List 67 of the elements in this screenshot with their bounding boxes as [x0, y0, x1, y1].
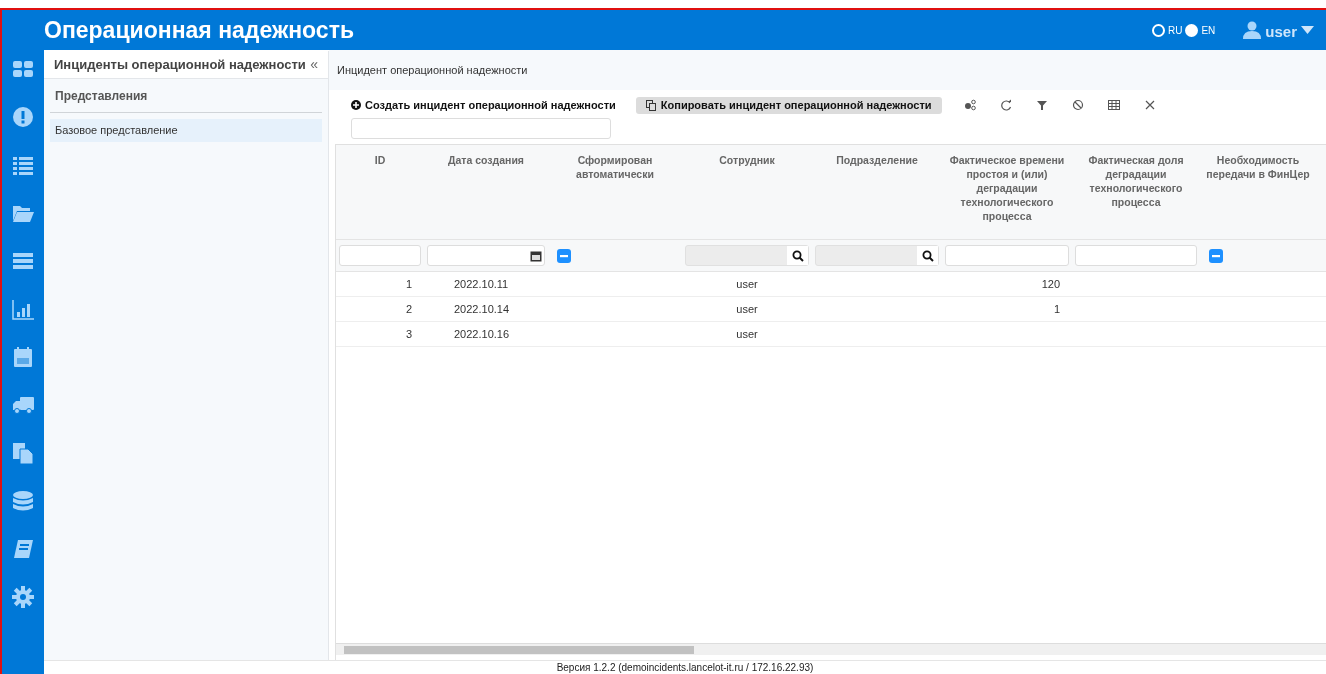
table-cell-text: user: [736, 301, 758, 317]
language-radio[interactable]: EN: [1185, 22, 1216, 38]
search-icon[interactable]: [921, 249, 934, 262]
column-header[interactable]: Фактическое времени простоя и (или) деградации технологического процесса: [946, 153, 1068, 239]
table-cell-text: 120: [1041, 276, 1060, 292]
column-header[interactable]: Дата создания: [448, 153, 524, 239]
table-row[interactable]: 3 2022.10.16 user: [336, 322, 1326, 347]
table-icon[interactable]: [1107, 99, 1120, 111]
lookup-field[interactable]: [685, 245, 809, 266]
alert-icon[interactable]: [12, 106, 34, 128]
indeterminate-checkbox[interactable]: [1209, 248, 1223, 263]
scrollbar-thumb[interactable]: [343, 645, 694, 654]
table-cell-text: 1: [405, 276, 412, 292]
column-header[interactable]: Сформирован автоматически: [552, 153, 678, 239]
table-cell-text: 1: [1053, 301, 1060, 317]
filter-icon[interactable]: [1035, 99, 1048, 111]
column-header[interactable]: Сотрудник: [719, 153, 775, 239]
column-header[interactable]: Необходимость передачи в ФинЦер: [1204, 153, 1312, 239]
indeterminate-checkbox[interactable]: [557, 248, 571, 263]
bar-chart-icon[interactable]: [12, 298, 34, 320]
column-header[interactable]: ID: [374, 153, 386, 239]
book-icon[interactable]: [12, 538, 34, 560]
table-cell-text: user: [736, 326, 758, 342]
list-icon[interactable]: [12, 154, 34, 176]
calendar-icon[interactable]: [530, 249, 542, 262]
app-title: Операционная надежность: [44, 15, 355, 45]
settings-icon[interactable]: [963, 99, 976, 111]
copy-icon: [645, 99, 657, 111]
blocked-icon[interactable]: [1071, 99, 1084, 111]
user-menu[interactable]: user: [1265, 20, 1297, 44]
section-title: Представления: [55, 87, 148, 105]
panel-title: Инциденты операционной надежности: [54, 55, 306, 74]
search-icon[interactable]: [791, 249, 804, 262]
search-field[interactable]: [351, 118, 611, 139]
page-title: Инцидент операционной надежности: [337, 62, 528, 78]
create-button[interactable]: Создать инцидент операционной надежности: [351, 96, 616, 114]
user-icon: [1243, 21, 1262, 39]
column-header[interactable]: Подразделение: [836, 153, 918, 239]
caret-icon[interactable]: [1301, 26, 1314, 34]
database-icon[interactable]: [12, 490, 34, 512]
table-cell-text: user: [736, 276, 758, 292]
plus-circle-icon: [351, 100, 361, 110]
close-icon[interactable]: [1143, 99, 1156, 111]
column-header[interactable]: Фактическая доля деградации технологического процесса: [1076, 153, 1196, 239]
table-cell-text: 2: [405, 301, 412, 317]
copy-icon[interactable]: [12, 442, 34, 464]
filter-field[interactable]: [339, 245, 421, 266]
filter-field[interactable]: [1075, 245, 1197, 266]
table-cell-text: 2022.10.14: [454, 301, 510, 317]
table-row[interactable]: 2 2022.10.14 user 1: [336, 297, 1326, 322]
horizontal-scrollbar[interactable]: [336, 643, 1326, 655]
table-row[interactable]: 1 2022.10.11 user 120: [336, 272, 1326, 297]
truck-icon[interactable]: [12, 394, 34, 416]
table-cell-text: 2022.10.11: [454, 276, 509, 292]
grid-icon[interactable]: [12, 58, 34, 80]
language-radio[interactable]: RU: [1151, 22, 1183, 38]
date-field[interactable]: [427, 245, 545, 266]
table-cell-text: 2022.10.16: [454, 326, 510, 342]
filter-field[interactable]: [945, 245, 1069, 266]
refresh-icon[interactable]: [999, 99, 1012, 111]
version-label: Версия 1.2.2 (demoincidents.lancelot-it.ru / 172.16.22.93): [556, 661, 814, 674]
server-icon[interactable]: [12, 250, 34, 272]
collapse-button[interactable]: «: [310, 54, 318, 75]
copy-button[interactable]: Копировать инцидент операционной надежности: [635, 96, 942, 114]
lookup-field[interactable]: [815, 245, 939, 266]
table-cell-text: 3: [405, 326, 412, 342]
view-item[interactable]: Базовое представление: [50, 119, 322, 142]
